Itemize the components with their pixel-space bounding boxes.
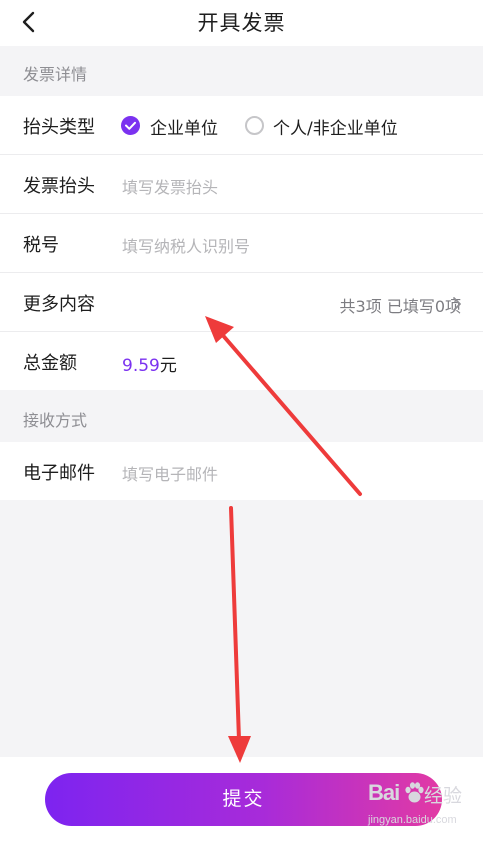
- watermark-cn: 经验: [424, 786, 463, 807]
- watermark-url: jingyan.baidu.com: [368, 814, 457, 826]
- radio-label-company[interactable]: 企业单位: [150, 114, 218, 139]
- invoice-title-row[interactable]: 发票抬头 填写发票抬头: [0, 155, 483, 213]
- more-content-info: 共3项 已填写0项: [339, 297, 461, 316]
- total-amount-value: 9.59元: [122, 351, 177, 376]
- tax-id-row[interactable]: 税号 填写纳税人识别号: [0, 214, 483, 272]
- total-amount-row: 总金额 9.59元: [0, 332, 483, 390]
- header-type-label: 抬头类型: [23, 117, 95, 138]
- page-title: 开具发票: [197, 11, 286, 35]
- paw-logo-icon: [405, 782, 424, 803]
- invoice-title-input[interactable]: 填写发票抬头: [122, 174, 218, 198]
- radio-individual-unchecked-icon[interactable]: [245, 116, 264, 135]
- email-label: 电子邮件: [23, 463, 95, 484]
- baidu-jingyan-watermark: Bai 经验 jingyan.baidu.com: [368, 780, 478, 830]
- total-amount-label: 总金额: [23, 353, 77, 374]
- section-label-receive-method: 接收方式: [23, 411, 88, 430]
- radio-label-individual[interactable]: 个人/非企业单位: [273, 114, 398, 139]
- invoice-title-label: 发票抬头: [23, 176, 95, 197]
- amount-number: 9.59: [122, 356, 160, 376]
- checkmark-icon: [125, 121, 136, 130]
- watermark-brand: Bai: [368, 780, 400, 805]
- chevron-right-icon[interactable]: [452, 296, 462, 312]
- header-type-row: 抬头类型 企业单位 个人/非企业单位: [0, 96, 483, 154]
- tax-id-input[interactable]: 填写纳税人识别号: [122, 233, 250, 257]
- section-label-invoice-details: 发票详情: [23, 65, 88, 84]
- more-content-row[interactable]: 更多内容 共3项 已填写0项: [0, 273, 483, 331]
- more-content-label: 更多内容: [23, 294, 95, 315]
- tax-id-label: 税号: [23, 235, 59, 256]
- email-row[interactable]: 电子邮件 填写电子邮件: [0, 442, 483, 500]
- email-input[interactable]: 填写电子邮件: [122, 461, 218, 485]
- top-nav-bar: 开具发票: [0, 0, 483, 46]
- radio-company-checked-icon[interactable]: [121, 116, 140, 135]
- red-arrow-to-submit-icon: [228, 506, 251, 763]
- amount-unit: 元: [159, 356, 177, 376]
